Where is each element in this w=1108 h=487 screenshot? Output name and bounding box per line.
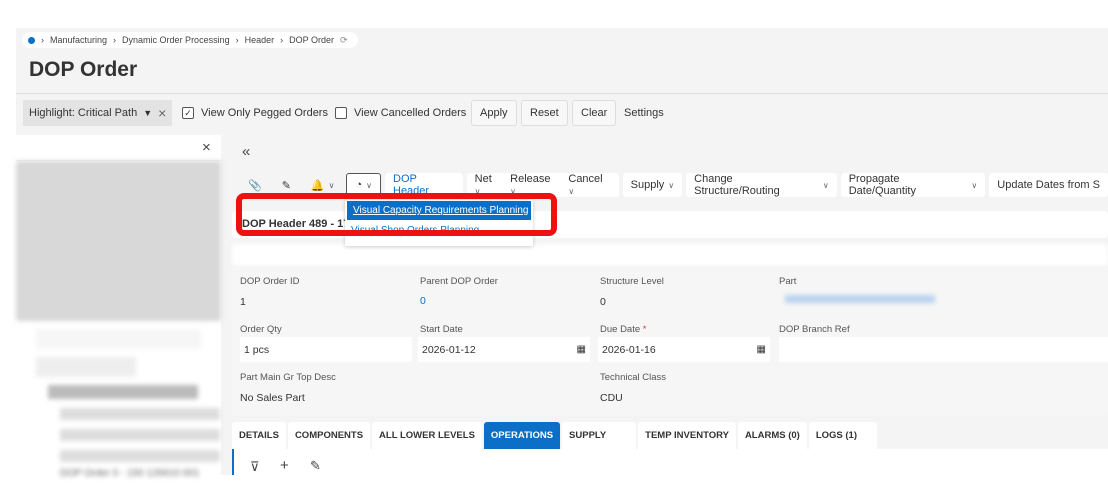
tab-details[interactable]: DETAILS (232, 422, 286, 449)
calendar-icon[interactable]: ▦ (757, 344, 766, 355)
reset-button[interactable]: Reset (521, 100, 568, 126)
cancel-button[interactable]: Cancel ∨ (568, 173, 610, 197)
dop-branch-ref-input[interactable] (779, 337, 1108, 362)
tree-panel: × DOP Order 0 - 150 126610 001 (16, 135, 221, 479)
start-date-input[interactable]: 2026-01-12 ▦ (418, 337, 590, 362)
breadcrumb-header[interactable]: Header (245, 35, 275, 45)
due-date-input[interactable]: 2026-01-16 ▦ (598, 337, 770, 362)
tab-logs[interactable]: LOGS (1) (808, 422, 877, 449)
close-icon[interactable]: × (202, 139, 211, 156)
breadcrumb-dop[interactable]: Dynamic Order Processing (122, 35, 230, 45)
tree-item[interactable]: DOP Order 0 - 150 126610 001 (60, 468, 201, 479)
view-pegged-checkbox[interactable]: ✓ View Only Pegged Orders (182, 100, 328, 126)
divider (16, 93, 1108, 94)
update-dates-button[interactable]: Update Dates from S (989, 173, 1108, 197)
checkbox-checked-icon[interactable]: ✓ (182, 107, 194, 119)
tab-alarms[interactable]: ALARMS (0) (737, 422, 807, 449)
supply-button[interactable]: Supply ∨ (622, 173, 683, 197)
refresh-icon[interactable]: ⟳ (340, 35, 348, 46)
breadcrumb-dop-order: DOP Order (289, 35, 334, 45)
add-icon[interactable]: + (280, 457, 289, 474)
detail-card: DOP Order ID 1 Parent DOP Order 0 Struct… (232, 266, 1108, 416)
highlight-annotation (236, 193, 557, 236)
tab-temp-inventory[interactable]: TEMP INVENTORY (638, 422, 736, 449)
breadcrumb: › Manufacturing › Dynamic Order Processing… (22, 32, 358, 48)
settings-link[interactable]: Settings (624, 100, 664, 126)
change-structure-button[interactable]: Change Structure/Routing ∨ (686, 173, 837, 197)
breadcrumb-manufacturing[interactable]: Manufacturing (50, 35, 107, 45)
collapse-icon[interactable]: « (242, 143, 250, 160)
page-title: DOP Order (29, 58, 138, 81)
order-qty-input[interactable]: 1 pcs (240, 337, 412, 362)
edit-icon[interactable]: ✎ (310, 458, 321, 474)
dop-order-id: 1 (240, 296, 246, 308)
highlight-select[interactable]: Highlight: Critical Path ▼ × (23, 100, 173, 126)
tab-supply[interactable]: SUPPLY (562, 422, 637, 449)
pie-chart-icon: ◔ (355, 179, 363, 191)
clear-icon[interactable]: × (158, 105, 166, 121)
view-cancelled-checkbox[interactable]: View Cancelled Orders (335, 100, 466, 126)
checkbox-icon[interactable] (335, 107, 347, 119)
home-icon[interactable] (28, 36, 35, 44)
tab-components[interactable]: COMPONENTS (287, 422, 371, 449)
caret-down-icon: ▼ (143, 108, 153, 118)
calendar-icon[interactable]: ▦ (577, 344, 586, 355)
part-link[interactable] (785, 295, 935, 303)
apply-button[interactable]: Apply (471, 100, 517, 126)
propagate-button[interactable]: Propagate Date/Quantity ∨ (840, 173, 986, 197)
tab-all-lower-levels[interactable]: ALL LOWER LEVELS (372, 422, 482, 449)
parent-dop-order-link[interactable]: 0 (420, 295, 426, 307)
tab-bar: DETAILS COMPONENTS ALL LOWER LEVELS OPER… (232, 422, 879, 449)
filter-icon[interactable]: ⊽ (250, 459, 260, 475)
clear-button[interactable]: Clear (572, 100, 617, 126)
operations-panel: ⊽ + ✎ (232, 449, 1108, 475)
tab-operations[interactable]: OPERATIONS (483, 422, 561, 449)
